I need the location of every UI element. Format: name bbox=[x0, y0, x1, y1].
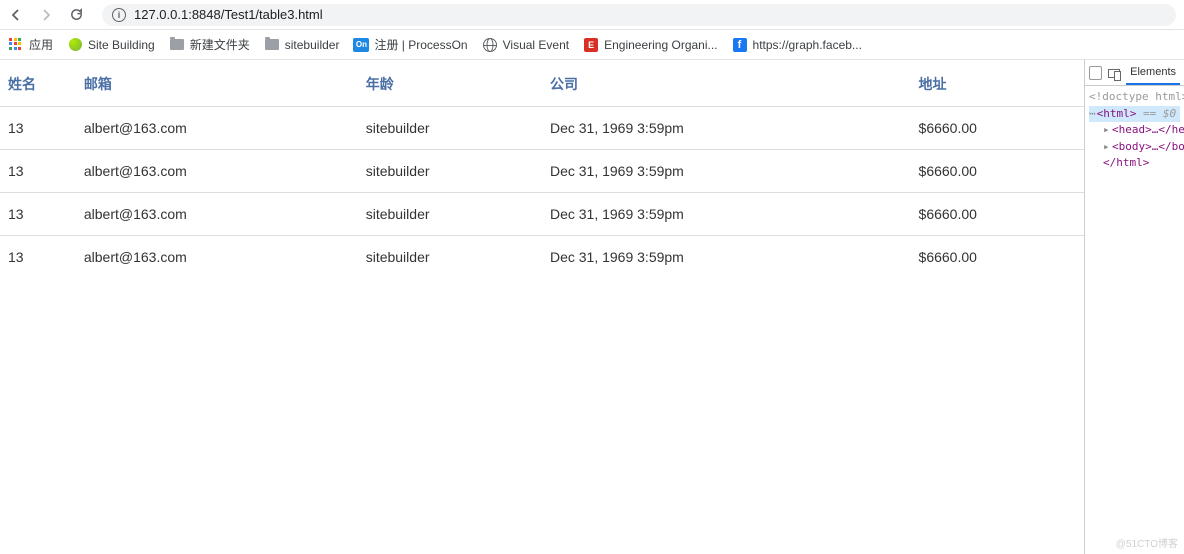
bookmarks-bar: 应用 Site Building 新建文件夹 sitebuilder On 注册… bbox=[0, 30, 1184, 60]
leaf-icon bbox=[67, 37, 83, 53]
reload-button[interactable] bbox=[68, 7, 84, 23]
forward-button[interactable] bbox=[38, 7, 54, 23]
back-button[interactable] bbox=[8, 7, 24, 23]
bookmark-sitebuilder[interactable]: sitebuilder bbox=[264, 37, 340, 53]
bookmark-label: 新建文件夹 bbox=[190, 36, 250, 53]
html-node[interactable]: ⋯<html> == $0 bbox=[1089, 106, 1180, 123]
data-table: 姓名 邮箱 年龄 公司 地址 13 albert@163.com sitebui… bbox=[0, 60, 1084, 278]
site-info-icon[interactable]: i bbox=[112, 8, 126, 22]
inspect-element-icon[interactable] bbox=[1089, 66, 1102, 80]
devtools-panel: Elements <!doctype html> ⋯<html> == $0 ▸… bbox=[1084, 60, 1184, 554]
cell-email: albert@163.com bbox=[76, 236, 358, 279]
app-icon: E bbox=[583, 37, 599, 53]
bookmark-label: https://graph.faceb... bbox=[753, 38, 862, 52]
table-row: 13 albert@163.com sitebuilder Dec 31, 19… bbox=[0, 236, 1084, 279]
bookmark-facebook-graph[interactable]: f https://graph.faceb... bbox=[732, 37, 862, 53]
apps-shortcut[interactable]: 应用 bbox=[8, 36, 53, 53]
bookmark-label: Visual Event bbox=[503, 38, 570, 52]
folder-icon bbox=[169, 37, 185, 53]
head-node[interactable]: ▸<head>…</head> bbox=[1089, 122, 1180, 139]
cell-email: albert@163.com bbox=[76, 150, 358, 193]
body-node[interactable]: ▸<body>…</body> bbox=[1089, 139, 1180, 156]
cell-address: $6660.00 bbox=[911, 107, 1084, 150]
globe-icon bbox=[482, 37, 498, 53]
table-row: 13 albert@163.com sitebuilder Dec 31, 19… bbox=[0, 150, 1084, 193]
page-content: 姓名 邮箱 年龄 公司 地址 13 albert@163.com sitebui… bbox=[0, 60, 1084, 554]
bookmark-new-folder[interactable]: 新建文件夹 bbox=[169, 36, 250, 53]
cell-age: sitebuilder bbox=[358, 236, 542, 279]
devtools-tabs: Elements bbox=[1085, 60, 1184, 86]
address-bar[interactable]: i 127.0.0.1:8848/Test1/table3.html bbox=[102, 4, 1176, 26]
cell-company: Dec 31, 1969 3:59pm bbox=[542, 193, 911, 236]
facebook-icon: f bbox=[732, 37, 748, 53]
col-age[interactable]: 年龄 bbox=[358, 60, 542, 107]
cell-email: albert@163.com bbox=[76, 107, 358, 150]
bookmark-engineering[interactable]: E Engineering Organi... bbox=[583, 37, 717, 53]
col-company[interactable]: 公司 bbox=[542, 60, 911, 107]
bookmark-label: Site Building bbox=[88, 38, 155, 52]
cell-address: $6660.00 bbox=[911, 236, 1084, 279]
bookmark-label: Engineering Organi... bbox=[604, 38, 717, 52]
cell-address: $6660.00 bbox=[911, 150, 1084, 193]
bookmark-processon[interactable]: On 注册 | ProcessOn bbox=[353, 36, 467, 53]
col-address[interactable]: 地址 bbox=[911, 60, 1084, 107]
cell-name: 13 bbox=[0, 236, 76, 279]
cell-age: sitebuilder bbox=[358, 193, 542, 236]
apps-label: 应用 bbox=[29, 36, 53, 53]
processon-icon: On bbox=[353, 37, 369, 53]
html-close-node: </html> bbox=[1089, 155, 1180, 172]
bookmark-label: 注册 | ProcessOn bbox=[374, 36, 467, 53]
main-area: 姓名 邮箱 年龄 公司 地址 13 albert@163.com sitebui… bbox=[0, 60, 1184, 554]
table-row: 13 albert@163.com sitebuilder Dec 31, 19… bbox=[0, 193, 1084, 236]
devtools-dom-tree[interactable]: <!doctype html> ⋯<html> == $0 ▸<head>…</… bbox=[1085, 86, 1184, 554]
bookmark-label: sitebuilder bbox=[285, 38, 340, 52]
watermark: @51CTO博客 bbox=[1116, 535, 1178, 550]
device-toggle-icon[interactable] bbox=[1108, 66, 1120, 80]
tab-elements[interactable]: Elements bbox=[1126, 61, 1180, 85]
cell-address: $6660.00 bbox=[911, 193, 1084, 236]
cell-name: 13 bbox=[0, 107, 76, 150]
table-header-row: 姓名 邮箱 年龄 公司 地址 bbox=[0, 60, 1084, 107]
doctype-node: <!doctype html> bbox=[1089, 90, 1184, 103]
cell-name: 13 bbox=[0, 150, 76, 193]
bookmark-site-building[interactable]: Site Building bbox=[67, 37, 155, 53]
apps-grid-icon bbox=[8, 37, 24, 53]
col-name[interactable]: 姓名 bbox=[0, 60, 76, 107]
table-row: 13 albert@163.com sitebuilder Dec 31, 19… bbox=[0, 107, 1084, 150]
url-text: 127.0.0.1:8848/Test1/table3.html bbox=[134, 7, 323, 22]
cell-name: 13 bbox=[0, 193, 76, 236]
browser-toolbar: i 127.0.0.1:8848/Test1/table3.html bbox=[0, 0, 1184, 30]
cell-company: Dec 31, 1969 3:59pm bbox=[542, 236, 911, 279]
cell-email: albert@163.com bbox=[76, 193, 358, 236]
cell-company: Dec 31, 1969 3:59pm bbox=[542, 107, 911, 150]
col-email[interactable]: 邮箱 bbox=[76, 60, 358, 107]
cell-age: sitebuilder bbox=[358, 107, 542, 150]
cell-age: sitebuilder bbox=[358, 150, 542, 193]
bookmark-visual-event[interactable]: Visual Event bbox=[482, 37, 570, 53]
cell-company: Dec 31, 1969 3:59pm bbox=[542, 150, 911, 193]
folder-icon bbox=[264, 37, 280, 53]
